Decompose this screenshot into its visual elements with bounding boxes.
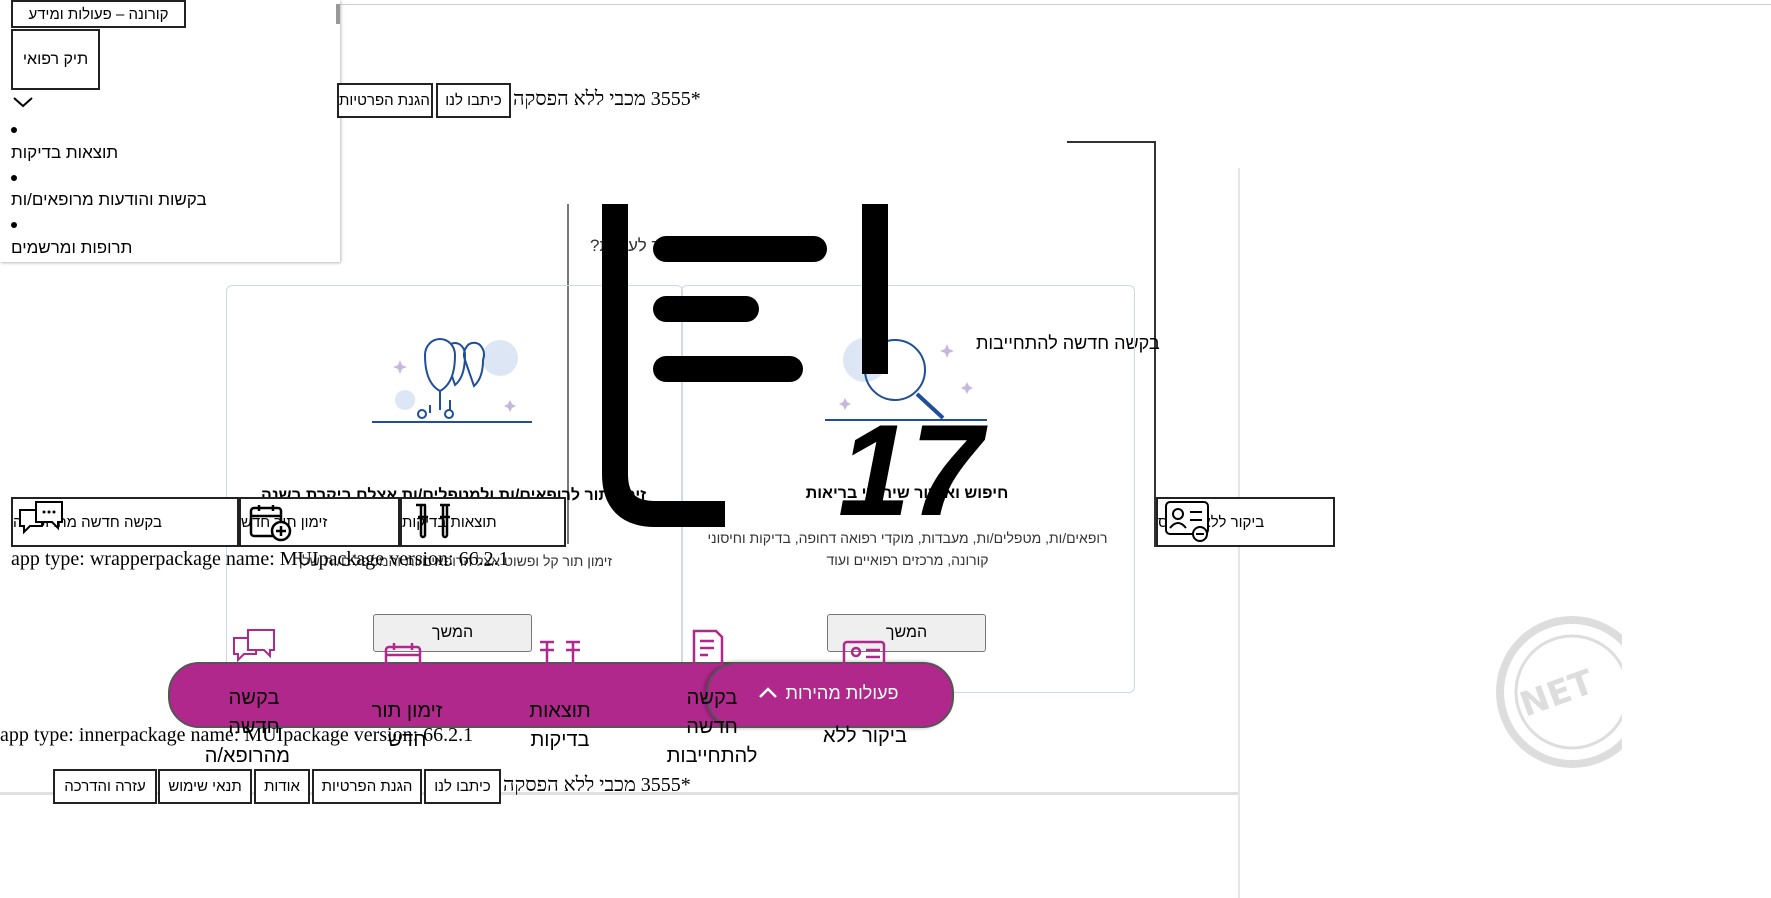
- quick-action-new-commitment[interactable]: בקשה חדשה להתחייבות: [662, 684, 762, 771]
- quick-actions-title: פעולות מהירות: [785, 682, 899, 703]
- footer-contact-link[interactable]: כיתבו לנו: [424, 769, 501, 804]
- id-card-minus-icon: [1165, 501, 1209, 542]
- menu-item-test-results[interactable]: תוצאות בדיקות: [11, 143, 118, 163]
- contact-link[interactable]: כיתבו לנו: [436, 83, 511, 118]
- doctors-illustration-icon: [372, 338, 532, 423]
- quick-action-test-results[interactable]: תוצאות בדיקות: [520, 697, 600, 755]
- help-link[interactable]: עזרה והדרכה: [53, 769, 157, 804]
- test-tubes-icon[interactable]: [538, 640, 582, 664]
- about-link[interactable]: אודות: [254, 769, 310, 804]
- svg-text:NET: NET: [1515, 662, 1600, 725]
- quick-action-no-card-visit[interactable]: ביקור ללא כרטיס: [820, 722, 910, 751]
- corona-button[interactable]: קורונה – פעולות ומידע: [11, 0, 186, 28]
- test-tubes-icon: [416, 503, 450, 539]
- chevron-down-icon[interactable]: [12, 95, 34, 109]
- privacy-link[interactable]: הגנת הפרטיות: [337, 83, 433, 118]
- calendar-add-icon[interactable]: [384, 642, 424, 668]
- calendar-add-icon: [249, 505, 292, 542]
- medical-file-button[interactable]: תיק רפואי: [11, 29, 100, 90]
- bullet: [11, 222, 17, 228]
- quick-action-new-appointment[interactable]: זימון תור חדש: [367, 697, 447, 755]
- footer-phone-text: *3555 מכבי ללא הפסקה: [503, 774, 691, 796]
- quick-action-new-doctor-request[interactable]: בקשה חדשה מהרופא/ה: [205, 684, 290, 771]
- document-icon[interactable]: [690, 629, 730, 667]
- chat-bubbles-icon: [19, 501, 63, 535]
- id-card-icon[interactable]: [842, 640, 888, 666]
- footer-privacy-link[interactable]: הגנת הפרטיות: [312, 769, 422, 804]
- terms-link[interactable]: תנאי שימוש: [158, 769, 252, 804]
- scrollbar[interactable]: [336, 4, 340, 24]
- wrapper-package-info: app type: wrapperpackage name: MUIpackag…: [11, 548, 509, 570]
- hero-frame: [1067, 141, 1156, 143]
- stamp-watermark: NET: [1496, 616, 1622, 768]
- menu-item-doctor-requests[interactable]: בקשות והודעות מרופאים/ות: [11, 190, 207, 210]
- notification-badge: 17: [838, 397, 983, 543]
- bullet: [11, 127, 17, 133]
- bullet: [11, 175, 17, 181]
- menu-item-prescriptions[interactable]: תרופות ומרשמים: [11, 238, 132, 258]
- chat-bubbles-icon[interactable]: [232, 628, 276, 668]
- phone-text: *3555 מכבי ללא הפסקה: [513, 88, 701, 110]
